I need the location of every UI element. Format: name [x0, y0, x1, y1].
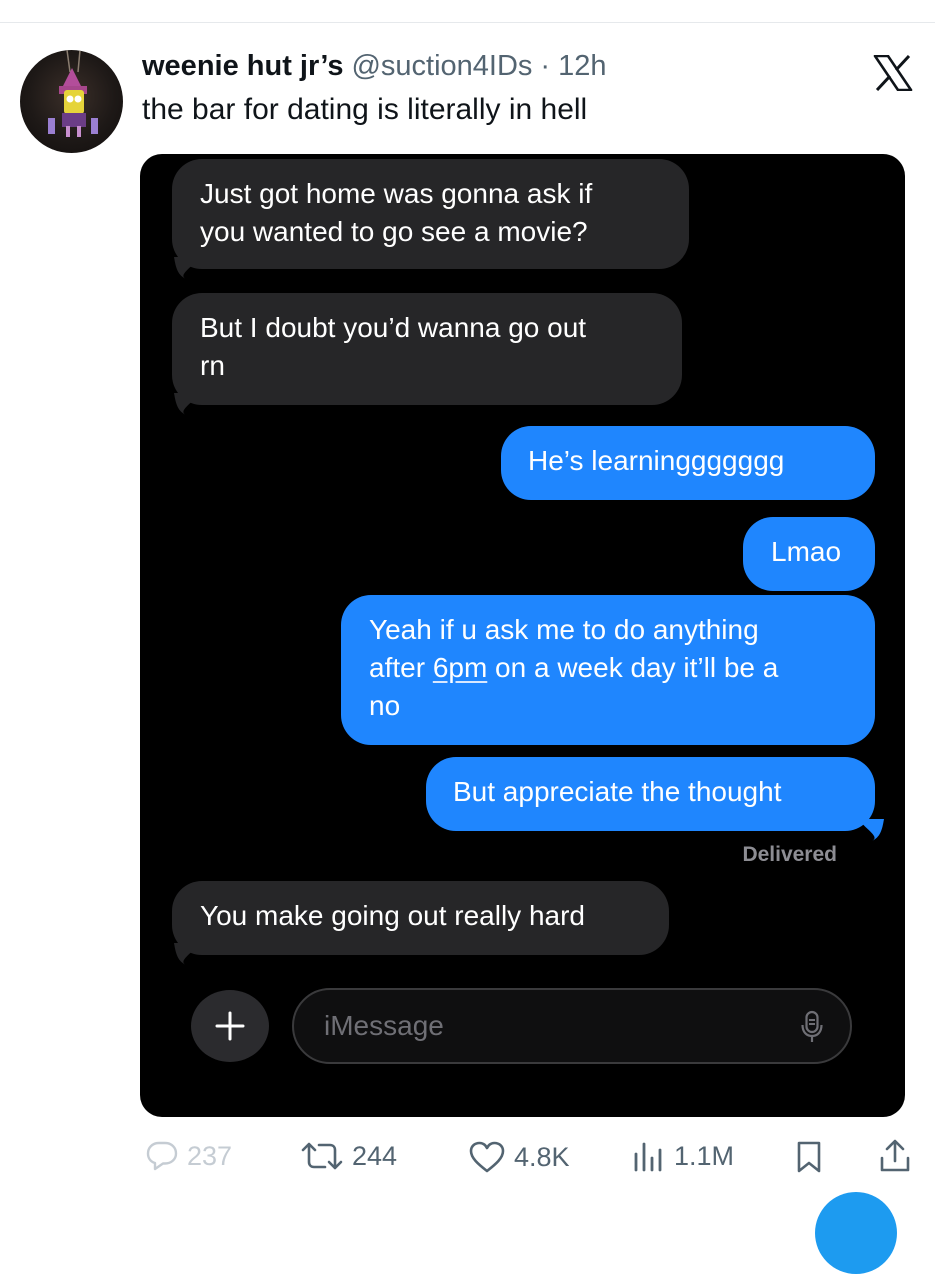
message-outgoing: He’s learninggggggg	[501, 426, 875, 500]
avatar[interactable]	[20, 50, 123, 153]
compose-button[interactable]	[815, 1192, 897, 1274]
repost-count: 244	[352, 1140, 398, 1171]
delivery-status: Delivered	[742, 843, 837, 866]
message-line: He’s learninggggggg	[528, 445, 785, 476]
message-line: Yeah if u ask me to do anything	[369, 614, 759, 645]
like-count: 4.8K	[514, 1141, 570, 1172]
x-logo-icon[interactable]	[873, 55, 913, 91]
views-count: 1.1M	[674, 1140, 735, 1171]
bubble-tail	[174, 393, 200, 415]
message-line: Lmao	[771, 536, 842, 567]
message-text: on a week day it’ll be a	[487, 652, 779, 683]
microphone-icon[interactable]	[800, 1010, 824, 1044]
bookmark-icon	[797, 1141, 821, 1173]
message-line: no	[369, 690, 401, 721]
engagement-bar: 237 244 4.8K 1.1M	[0, 1128, 935, 1188]
message-line: you wanted to go see a movie?	[200, 216, 588, 247]
share-button[interactable]	[878, 1138, 912, 1174]
time-link[interactable]: 6pm	[433, 652, 487, 683]
top-divider	[0, 22, 935, 23]
reply-button[interactable]: 237	[145, 1140, 232, 1172]
reply-icon	[146, 1141, 178, 1171]
author-row: weenie hut jr’s @suction4IDs · 12h	[142, 50, 606, 86]
tweet-text: the bar for dating is literally in hell	[142, 93, 588, 126]
message-input[interactable]: iMessage	[292, 988, 852, 1064]
message-line: You make going out really hard	[200, 900, 585, 931]
views-button[interactable]: 1.1M	[632, 1140, 734, 1172]
separator-dot: ·	[540, 50, 551, 82]
message-placeholder: iMessage	[324, 1010, 444, 1041]
user-handle[interactable]: @suction4IDs	[351, 50, 532, 83]
repost-button[interactable]: 244	[300, 1140, 397, 1172]
bubble-tail	[174, 257, 200, 279]
bubble-tail	[858, 819, 884, 841]
message-outgoing: Yeah if u ask me to do anything after 6p…	[341, 595, 875, 745]
views-icon	[634, 1142, 662, 1172]
repost-icon	[301, 1142, 343, 1170]
avatar-image	[48, 50, 98, 137]
message-line: rn	[200, 350, 225, 381]
bookmark-button[interactable]	[795, 1140, 823, 1174]
like-icon	[469, 1141, 505, 1173]
display-name[interactable]: weenie hut jr’s	[142, 50, 343, 83]
message-incoming: You make going out really hard	[172, 881, 669, 955]
like-button[interactable]: 4.8K	[468, 1140, 570, 1174]
message-line: Just got home was gonna ask if	[200, 178, 593, 209]
post-time[interactable]: 12h	[558, 50, 606, 83]
plus-icon	[215, 1011, 245, 1041]
attached-screenshot[interactable]: Just got home was gonna ask if you wante…	[140, 154, 905, 1117]
message-line: But appreciate the thought	[453, 776, 782, 807]
message-outgoing: Lmao	[743, 517, 875, 591]
bubble-tail	[174, 943, 200, 965]
reply-count: 237	[187, 1140, 233, 1171]
message-outgoing: But appreciate the thought	[426, 757, 875, 831]
add-attachment-button[interactable]	[191, 990, 269, 1062]
message-incoming: Just got home was gonna ask if you wante…	[172, 159, 689, 269]
message-line: after 6pm on a week day it’ll be a	[369, 649, 847, 687]
message-line: But I doubt you’d wanna go out	[200, 312, 587, 343]
message-incoming: But I doubt you’d wanna go out rn	[172, 293, 682, 405]
share-icon	[880, 1139, 910, 1172]
message-text: after	[369, 652, 433, 683]
